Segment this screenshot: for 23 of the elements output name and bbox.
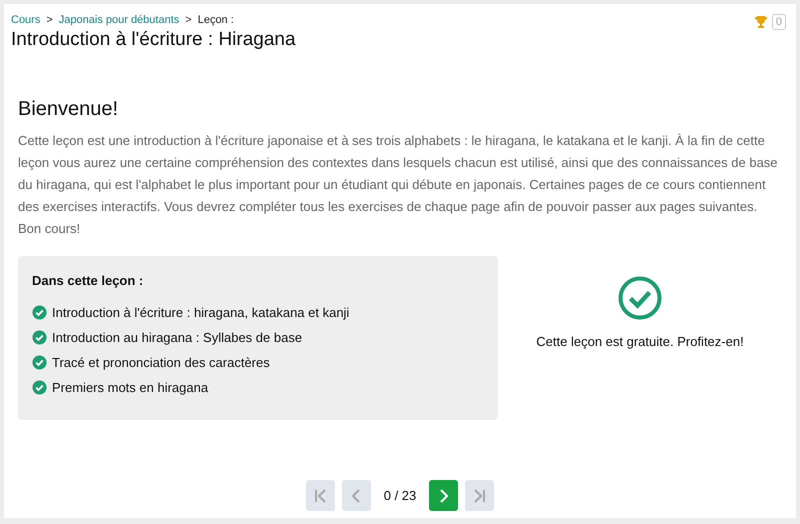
breadcrumb-link[interactable]: Cours: [11, 14, 40, 26]
welcome-heading: Bienvenue!: [18, 98, 120, 121]
chevron-right-icon: [440, 488, 448, 502]
status-message: Cette leçon est gratuite. Profitez-en!: [536, 334, 744, 349]
trophy-count: 0: [772, 14, 786, 30]
contents-item: Tracé et prononciation des caractères: [52, 355, 270, 370]
breadcrumb-separator: >: [185, 14, 192, 26]
trophy-icon: [754, 15, 768, 29]
chevron-left-icon: [352, 488, 360, 502]
intro-paragraph: Cette leçon est une introduction à l'écriture japonaise et à ses trois alphabets : le hiragana, le katakana et le kanji. À la fin de cette leçon vous aurez une certaine compréhension des contextes dans lesquels chacun est utilisé, ainsi que des connaissances de base du hiragana, qui est l'alphabet le plus important pour un étudiant qui débute en japonais. Certaines pages de ce cours contiennent des exercises interactifs. Vous devrez compléter tous les exercises de chaque page afin de pouvoir passer aux pages suivantes. Bon cours!: [18, 132, 779, 238]
breadcrumb-link[interactable]: Japonais pour débutants: [58, 14, 180, 26]
contents-title: Dans cette leçon :: [32, 273, 144, 288]
lesson-title: Introduction à l'écriture : Hiragana: [11, 29, 296, 51]
breadcrumb-current: Leçon :: [198, 14, 234, 26]
contents-item: Introduction à l'écriture : hiragana, katakana et kanji: [52, 305, 350, 320]
first-page-icon: [314, 488, 326, 502]
page-counter: 0 / 23: [384, 488, 416, 503]
check-circle-icon: [618, 276, 662, 320]
contents-item: Premiers mots en hiragana: [52, 380, 208, 395]
breadcrumb-separator: >: [46, 14, 53, 26]
last-page-icon: [474, 488, 486, 502]
next-page-button[interactable]: [429, 480, 458, 511]
contents-item: Introduction au hiragana : Syllabes de base: [52, 330, 302, 345]
